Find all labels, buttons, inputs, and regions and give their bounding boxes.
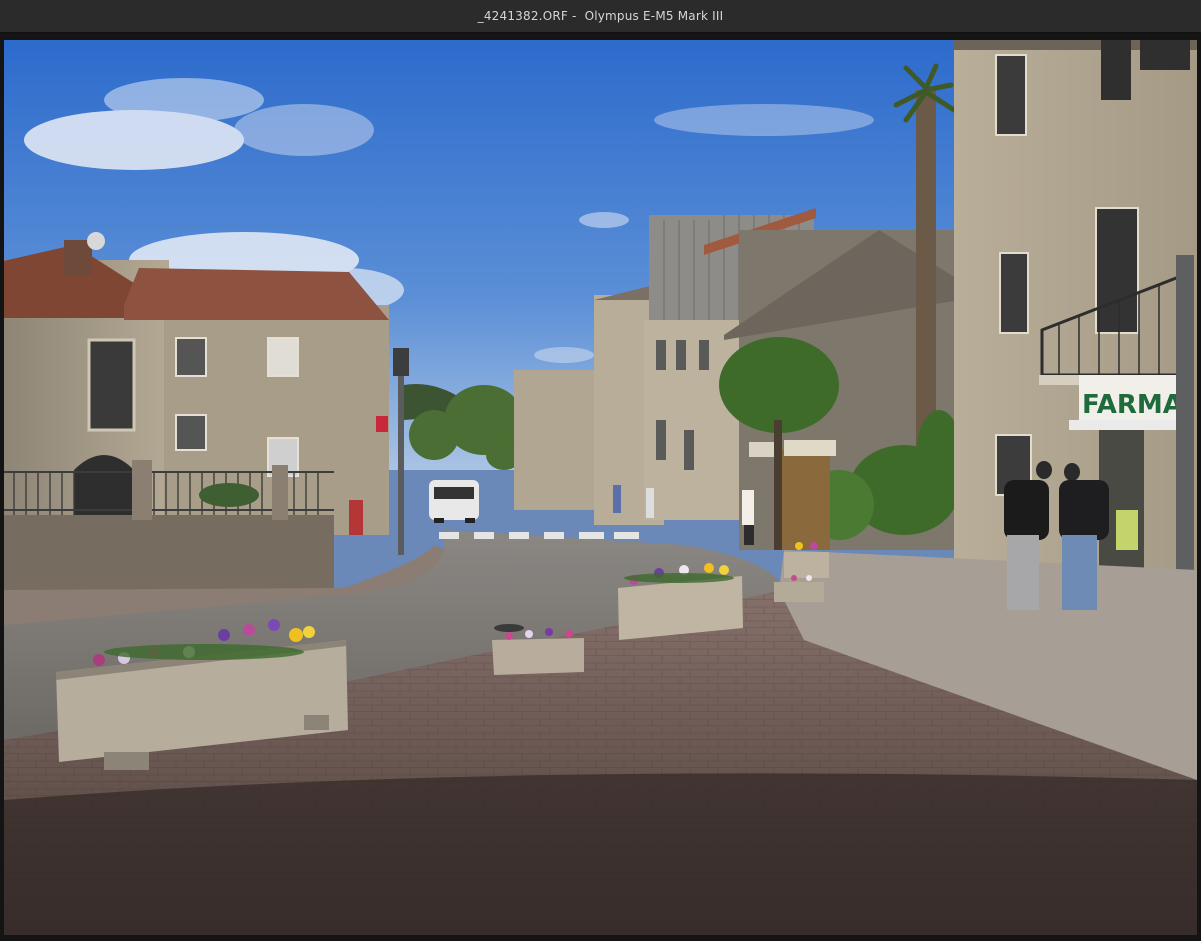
white-van <box>429 480 479 523</box>
camera-model: Olympus E-M5 Mark III <box>584 9 724 23</box>
photo-viewport[interactable]: FARMA <box>4 40 1197 935</box>
viewer-window: _4241382.ORF - Olympus E-M5 Mark III FAR… <box>0 0 1201 941</box>
title-bar: _4241382.ORF - Olympus E-M5 Mark III <box>0 0 1201 33</box>
manhole <box>494 624 524 632</box>
pharmacy-sign: FARMA <box>1082 390 1183 420</box>
tree-trunk <box>774 420 782 550</box>
title-separator: - <box>567 9 585 23</box>
foreground-shadow <box>4 773 1197 935</box>
file-name: _4241382.ORF <box>477 9 568 23</box>
street-photo: FARMA <box>4 40 1197 935</box>
